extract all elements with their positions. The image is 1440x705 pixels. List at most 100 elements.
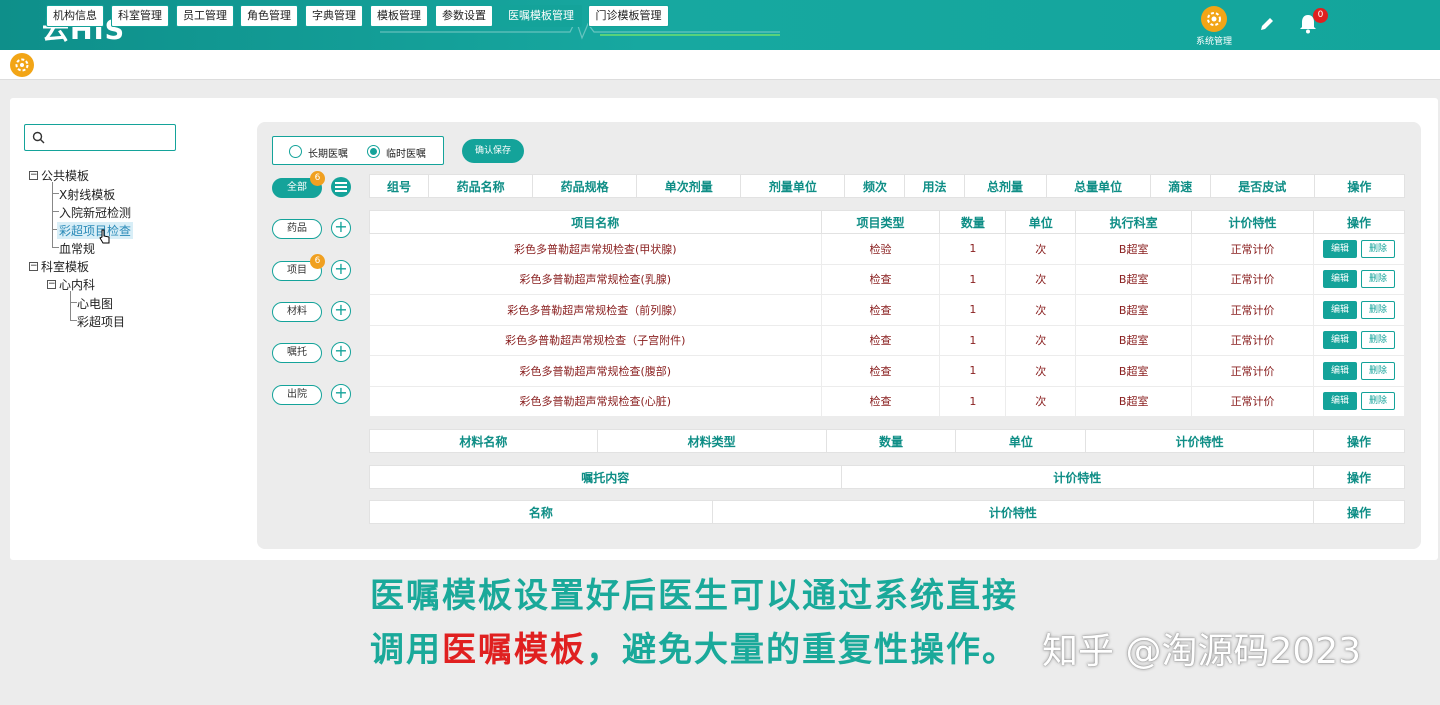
- cell-unit: 次: [1005, 263, 1077, 295]
- cell-item-type: 检验: [820, 233, 941, 265]
- table-row: 彩色多普勒超声常规检查(腹部) 检查 1 次 B超室 正常计价 编辑 删除: [369, 355, 1405, 387]
- tree-node-covid-test[interactable]: 入院新冠检测: [59, 204, 131, 221]
- table-row: 彩色多普勒超声常规检查(心脏) 检查 1 次 B超室 正常计价 编辑 删除: [369, 385, 1405, 417]
- tree-line: [70, 320, 77, 321]
- edit-button[interactable]: 编辑: [1323, 361, 1357, 380]
- drug-table: 组号 药品名称 药品规格 单次剂量 剂量单位 频次 用法 总剂量 总量单位 滴速…: [368, 174, 1406, 198]
- cell-pricing: 正常计价: [1191, 263, 1314, 295]
- radio-temporary[interactable]: [367, 145, 380, 158]
- add-entrust-icon[interactable]: +: [331, 342, 351, 362]
- tree-line: [52, 211, 59, 212]
- cell-item-name: 彩色多普勒超声常规检查（前列腺）: [369, 294, 822, 326]
- delete-button[interactable]: 删除: [1361, 361, 1395, 380]
- col-header: 数量: [825, 429, 957, 453]
- tab-org-info[interactable]: 机构信息: [46, 5, 104, 27]
- tree-node-ecg[interactable]: 心电图: [77, 295, 113, 312]
- category-drug[interactable]: 药品: [272, 219, 322, 239]
- collapse-icon[interactable]: −: [47, 280, 56, 289]
- cell-actions: 编辑 删除: [1313, 355, 1405, 387]
- add-material-icon[interactable]: +: [331, 301, 351, 321]
- settings-gear-icon[interactable]: [10, 53, 34, 77]
- table-header-row: 组号 药品名称 药品规格 单次剂量 剂量单位 频次 用法 总剂量 总量单位 滴速…: [368, 174, 1406, 198]
- edit-button[interactable]: 编辑: [1323, 239, 1357, 258]
- tree-line: [70, 291, 71, 321]
- tab-dept-management[interactable]: 科室管理: [111, 5, 169, 27]
- cell-quantity: 1: [939, 385, 1007, 417]
- delete-button[interactable]: 删除: [1361, 300, 1395, 319]
- edit-button[interactable]: 编辑: [1323, 392, 1357, 411]
- category-discharge[interactable]: 出院: [272, 385, 322, 405]
- tree-node-dept[interactable]: 科室模板: [41, 258, 89, 275]
- search-icon: [32, 131, 45, 144]
- category-entrust[interactable]: 嘱托: [272, 343, 322, 363]
- edit-button[interactable]: 编辑: [1323, 300, 1357, 319]
- tree-line: [52, 247, 59, 248]
- col-header: 材料类型: [596, 429, 827, 453]
- list-icon[interactable]: [331, 177, 351, 197]
- table-row: 彩色多普勒超声常规检查（前列腺） 检查 1 次 B超室 正常计价 编辑 删除: [369, 294, 1405, 326]
- tab-role-management[interactable]: 角色管理: [240, 5, 298, 27]
- delete-button[interactable]: 删除: [1361, 331, 1395, 350]
- category-material[interactable]: 材料: [272, 302, 322, 322]
- cell-item-name: 彩色多普勒超声常规检查(乳腺): [369, 263, 822, 295]
- edit-button[interactable]: 编辑: [1323, 270, 1357, 289]
- delete-button[interactable]: 删除: [1361, 270, 1395, 289]
- edit-button[interactable]: 编辑: [1323, 331, 1357, 350]
- col-header: 计价特性: [1191, 210, 1314, 234]
- add-discharge-icon[interactable]: +: [331, 384, 351, 404]
- col-header: 操作: [1313, 500, 1405, 524]
- tab-bar: [0, 50, 1440, 80]
- tree-node-blood-routine[interactable]: 血常规: [59, 240, 95, 257]
- col-header: 单次剂量: [636, 174, 742, 198]
- edit-icon[interactable]: [1258, 15, 1276, 33]
- gear-icon: [1201, 6, 1227, 32]
- tab-dictionary-management[interactable]: 字典管理: [305, 5, 363, 27]
- col-header: 是否皮试: [1209, 174, 1315, 198]
- item-table: 项目名称 项目类型 数量 单位 执行科室 计价特性 操作 彩色多普勒超声常规检查…: [369, 210, 1405, 417]
- material-table: 材料名称 材料类型 数量 单位 计价特性 操作: [369, 429, 1405, 453]
- collapse-icon[interactable]: −: [29, 262, 38, 271]
- tree-node-cardiology[interactable]: 心内科: [59, 276, 95, 293]
- tab-staff-management[interactable]: 员工管理: [176, 5, 234, 27]
- watermark: 知乎 @淘源码2023: [1042, 631, 1362, 672]
- tab-parameter-settings[interactable]: 参数设置: [435, 5, 493, 27]
- col-header: 执行科室: [1075, 210, 1193, 234]
- add-drug-icon[interactable]: +: [331, 218, 351, 238]
- tab-outpatient-template-management[interactable]: 门诊模板管理: [588, 5, 669, 27]
- radio-long-term[interactable]: [289, 145, 302, 158]
- col-header: 计价特性: [1085, 429, 1315, 453]
- add-item-icon[interactable]: +: [331, 260, 351, 280]
- cell-quantity: 1: [939, 294, 1007, 326]
- delete-button[interactable]: 删除: [1361, 392, 1395, 411]
- collapse-icon[interactable]: −: [29, 171, 38, 180]
- system-management-button[interactable]: 系统管理: [1194, 6, 1234, 47]
- discharge-table: 名称 计价特性 操作: [369, 500, 1405, 524]
- col-header: 操作: [1313, 174, 1406, 198]
- tree-node-ultrasound-items[interactable]: 彩超项目: [77, 313, 125, 330]
- cell-item-type: 检查: [820, 385, 941, 417]
- cell-actions: 编辑 删除: [1313, 385, 1405, 417]
- col-header: 操作: [1313, 429, 1405, 453]
- cell-pricing: 正常计价: [1191, 385, 1314, 417]
- col-header: 用法: [904, 174, 965, 198]
- tree-node-ultrasound-selected[interactable]: 彩超项目检查: [57, 222, 134, 239]
- tree-line: [52, 182, 53, 248]
- tree-node-xray[interactable]: X射线模板: [59, 186, 115, 203]
- tab-template-management[interactable]: 模板管理: [370, 5, 428, 27]
- tab-order-template-management[interactable]: 医嘱模板管理: [500, 5, 582, 27]
- confirm-save-button[interactable]: 确认保存: [462, 139, 524, 163]
- col-header: 总剂量: [963, 174, 1047, 198]
- col-header: 计价特性: [840, 465, 1315, 489]
- cell-pricing: 正常计价: [1191, 355, 1314, 387]
- search-input[interactable]: [24, 124, 176, 151]
- cell-quantity: 1: [939, 263, 1007, 295]
- cell-item-name: 彩色多普勒超声常规检查(腹部): [369, 355, 822, 387]
- delete-button[interactable]: 删除: [1361, 239, 1395, 258]
- cell-item-type: 检查: [820, 294, 941, 326]
- col-header: 数量: [939, 210, 1007, 234]
- col-header: 嘱托内容: [369, 465, 842, 489]
- col-header: 组号: [368, 174, 430, 198]
- col-header: 药品名称: [428, 174, 534, 198]
- tree-node-public[interactable]: 公共模板: [41, 167, 89, 184]
- col-header: 单位: [955, 429, 1087, 453]
